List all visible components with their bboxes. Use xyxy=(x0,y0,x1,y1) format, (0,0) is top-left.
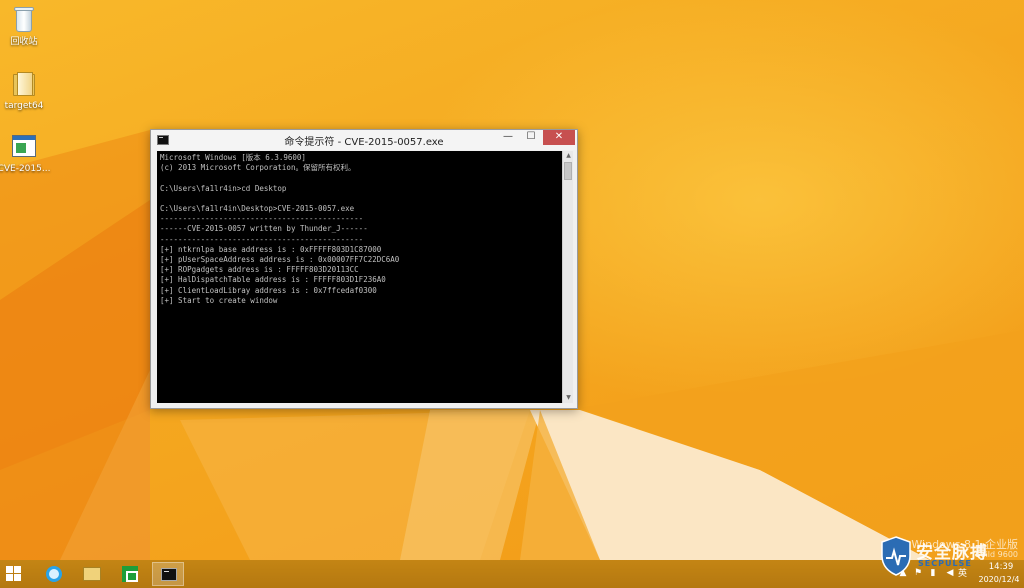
console-line: ----------------------------------------… xyxy=(160,234,364,244)
store-icon xyxy=(122,566,138,582)
folder-icon xyxy=(9,68,39,98)
internet-explorer-icon xyxy=(46,566,62,582)
console-line: Microsoft Windows [版本 6.3.9600] xyxy=(160,153,306,162)
scroll-up-arrow-icon[interactable]: ▲ xyxy=(563,151,574,161)
vertical-scrollbar[interactable]: ▲ ▼ xyxy=(562,151,573,403)
shield-icon xyxy=(881,536,911,576)
minimize-button[interactable]: — xyxy=(497,130,519,145)
console-line: [+] ntkrnlpa base address is : 0xFFFFF80… xyxy=(160,244,382,254)
taskbar-internet-explorer[interactable] xyxy=(38,562,70,586)
scroll-down-arrow-icon[interactable]: ▼ xyxy=(563,393,574,403)
clock-date[interactable]: 2020/12/4 xyxy=(974,575,1024,584)
desktop-icon-label: 回收站 xyxy=(10,37,38,47)
taskbar xyxy=(0,560,1024,588)
start-icon[interactable] xyxy=(6,566,22,582)
console-line: (c) 2013 Microsoft Corporation。保留所有权利。 xyxy=(160,163,356,173)
desktop-icon-cve-exe[interactable]: CVE-2015... xyxy=(0,131,52,175)
secpulse-logo: 安全脉搏 SECPULSE xyxy=(880,536,1020,576)
taskbar-file-explorer[interactable] xyxy=(76,562,108,586)
console-line: [+] HalDispatchTable address is : FFFFF8… xyxy=(160,275,386,285)
console-output[interactable]: Microsoft Windows [版本 6.3.9600] (c) 2013 … xyxy=(157,151,562,403)
console-line: ------CVE-2015-0057 written by Thunder_J… xyxy=(160,224,368,234)
console-line: [+] ROPgadgets address is : FFFFF803D201… xyxy=(160,265,359,275)
exe-icon xyxy=(9,131,39,161)
console-line: C:\Users\fa1lr4in>cd Desktop xyxy=(160,183,287,193)
console-line: C:\Users\fa1lr4in\Desktop>CVE-2015-0057.… xyxy=(160,204,355,214)
desktop-icon-target64[interactable]: target64 xyxy=(0,68,52,112)
window-titlebar[interactable]: 命令提示符 - CVE-2015-0057.exe — ☐ ✕ xyxy=(151,130,577,150)
scrollbar-thumb[interactable] xyxy=(564,162,572,180)
command-prompt-window[interactable]: 命令提示符 - CVE-2015-0057.exe — ☐ ✕ Microsof… xyxy=(150,129,578,409)
taskbar-store[interactable] xyxy=(114,562,146,586)
maximize-button[interactable]: ☐ xyxy=(520,130,542,145)
file-explorer-icon xyxy=(83,567,101,581)
console-line: [+] ClientLoadLibray address is : 0x7ffc… xyxy=(160,285,377,295)
console-line: ----------------------------------------… xyxy=(160,214,364,224)
console-line: [+] Start to create window xyxy=(160,295,278,305)
taskbar-command-prompt[interactable] xyxy=(152,562,184,586)
console-line: [+] pUserSpaceAddress address is : 0x000… xyxy=(160,255,400,265)
desktop-icon-label: target64 xyxy=(4,101,44,111)
desktop-icon-recycle-bin[interactable]: 回收站 xyxy=(0,4,52,48)
command-prompt-icon xyxy=(161,568,177,581)
close-button[interactable]: ✕ xyxy=(543,130,575,145)
desktop-icon-label: CVE-2015... xyxy=(0,164,51,174)
logo-subtext: SECPULSE xyxy=(918,559,972,568)
recycle-bin-icon xyxy=(9,4,39,34)
